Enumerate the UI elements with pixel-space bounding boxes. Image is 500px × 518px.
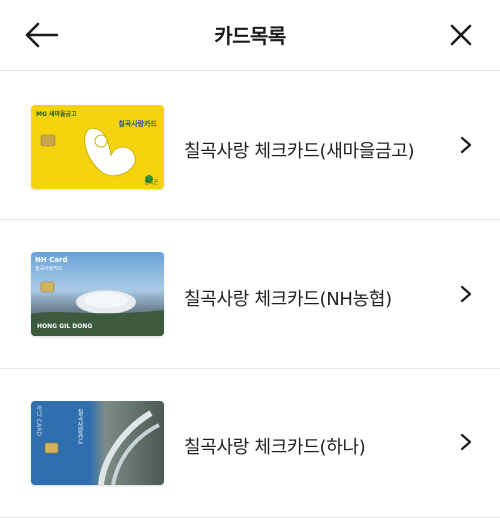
chevron-right-icon <box>460 285 472 303</box>
chevron-right-icon <box>460 433 472 451</box>
card-name: 칠곡사랑 체크카드(하나) <box>184 437 366 458</box>
app-header: 카드목록 <box>0 0 500 71</box>
card-name: 칠곡사랑 체크카드(새마을금고) <box>184 141 415 162</box>
card-artwork <box>44 410 160 485</box>
card-list-item-mg[interactable]: MG 새마을금고 칠곡사랑카드 칠곡군 칠곡사랑 체크카드(새마을금고) <box>0 71 500 220</box>
card-name: 칠곡사랑 체크카드(NH농협) <box>184 289 392 310</box>
page-title: 카드목록 <box>214 24 286 48</box>
card-image-nh: NH Card 칠곡사랑카드 HONG GIL DONG <box>31 252 164 336</box>
card-issuer-text: 칠곡군 <box>144 180 158 186</box>
card-holder-text: HONG GIL DONG <box>37 323 93 330</box>
card-artwork <box>40 127 153 183</box>
card-image-hana: 하나 CARD 칠곡사랑카드 <box>31 401 164 485</box>
card-image-mg: MG 새마을금고 칠곡사랑카드 칠곡군 <box>31 105 164 189</box>
card-list-item-nh[interactable]: NH Card 칠곡사랑카드 HONG GIL DONG 칠곡사랑 체크카드(N… <box>0 220 500 369</box>
card-list-item-hana[interactable]: 하나 CARD 칠곡사랑카드 칠곡사랑 체크카드(하나) <box>0 369 500 518</box>
close-icon <box>450 24 472 46</box>
chevron-right-icon <box>460 136 472 154</box>
close-button[interactable] <box>444 18 478 52</box>
